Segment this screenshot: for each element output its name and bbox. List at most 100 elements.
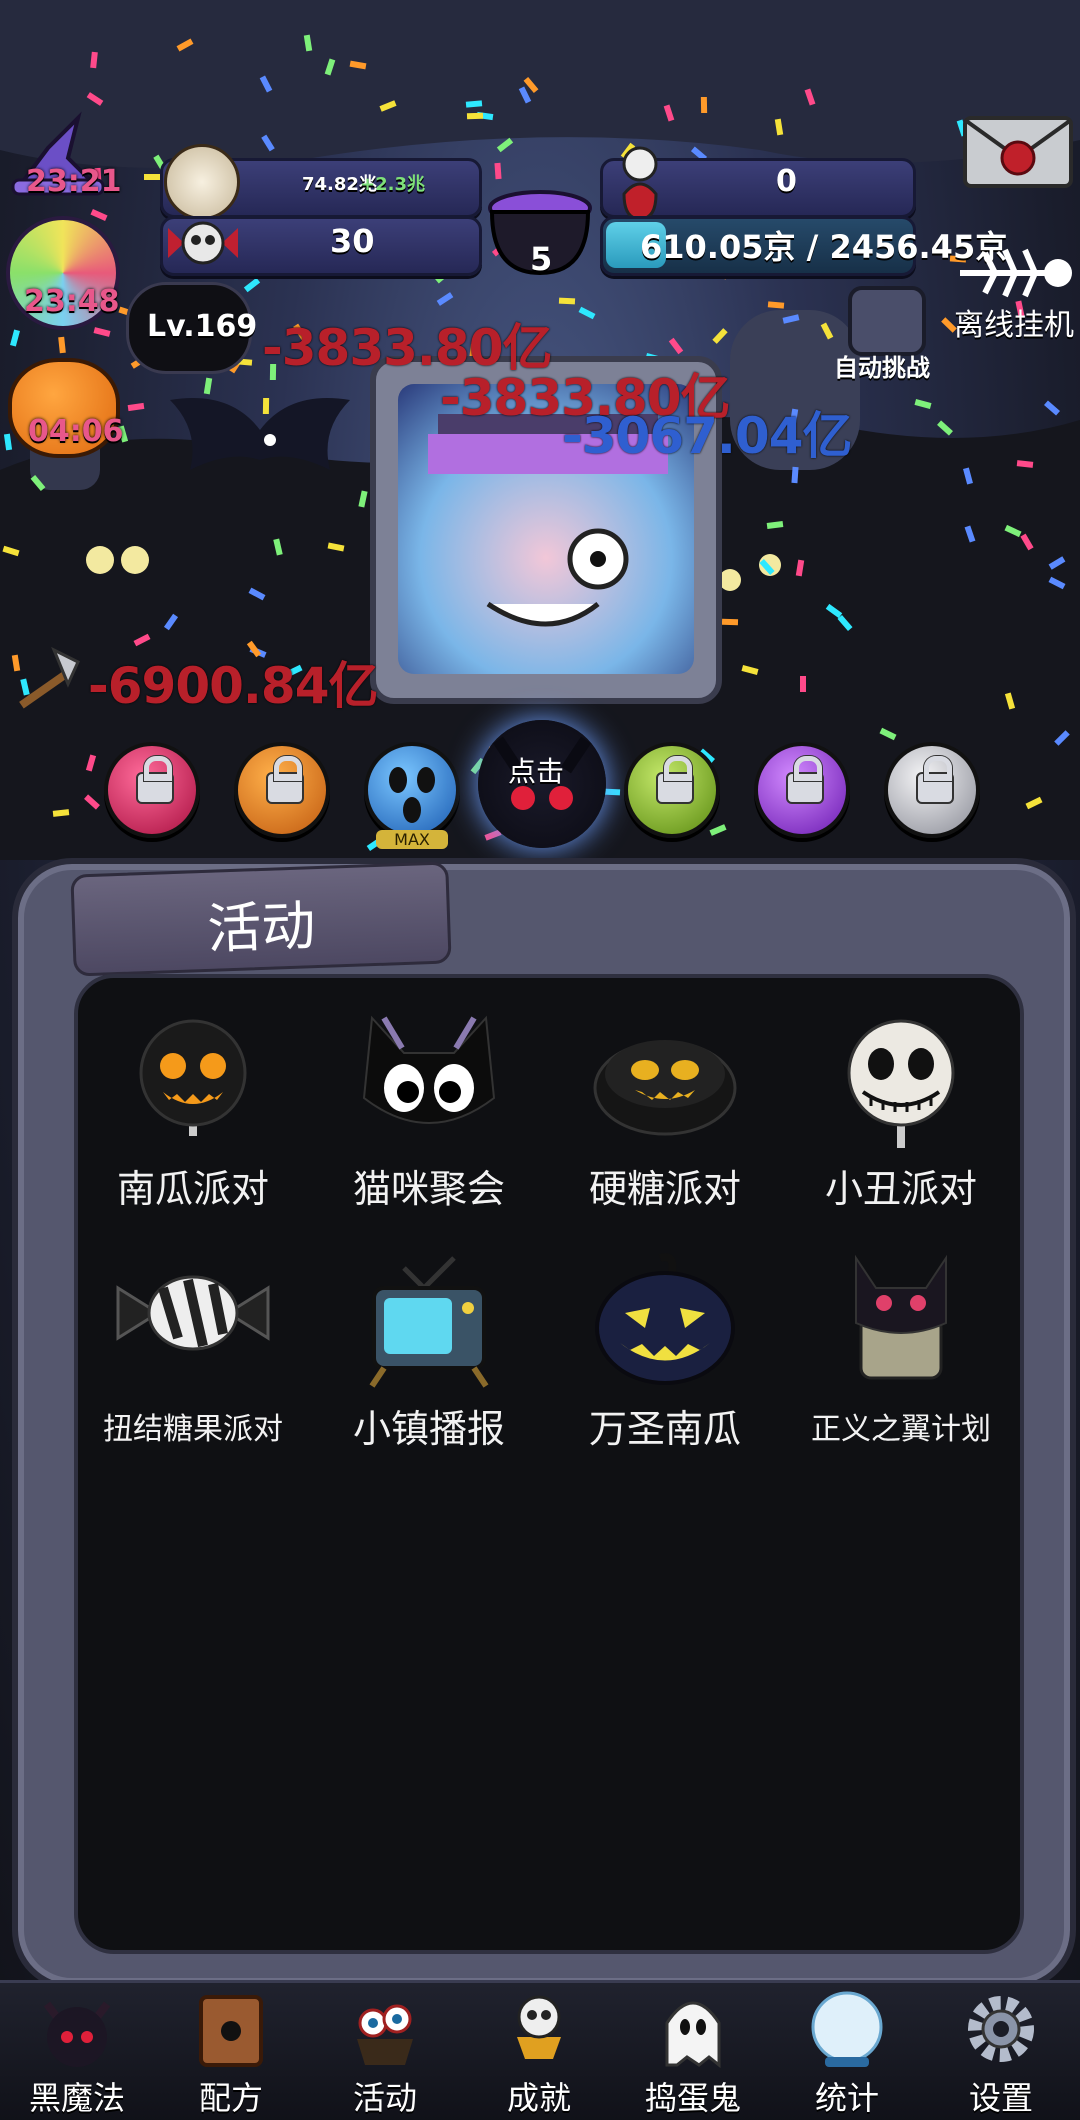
wrapped-candy-icon	[116, 1258, 270, 1378]
activity-hard-candy[interactable]: 硬糖派对	[545, 1008, 785, 1238]
nav-label: 配方	[198, 2079, 263, 2117]
auto-challenge-button[interactable]: 自动挑战	[824, 286, 944, 386]
lock-icon	[136, 756, 174, 804]
activity-panel: 活动 南瓜派对 猫咪聚会 硬糖派对 小丑派对扭结糖果派对 小镇播报 万圣南瓜 正义之翼计划	[12, 858, 1076, 1990]
nav-label: 设置	[968, 2079, 1033, 2117]
nav-ghost[interactable]: 捣蛋鬼	[616, 1983, 770, 2120]
tv-icon	[369, 1256, 489, 1388]
auto-challenge-label: 自动挑战	[834, 354, 930, 382]
orb-max-label: MAX	[376, 830, 448, 849]
cauldron-icon[interactable]: 5	[480, 168, 600, 278]
ghost-icon	[653, 1989, 733, 2069]
activity-label: 万圣南瓜	[588, 1407, 741, 1451]
hard-candy-icon	[593, 1018, 737, 1138]
tap-label: 点击	[508, 755, 565, 788]
activity-label: 硬糖派对	[588, 1167, 741, 1211]
confetti-piece	[700, 96, 708, 114]
locked-orb-red[interactable]	[104, 742, 200, 838]
candy-swirl-icon[interactable]: 23:48	[6, 216, 120, 330]
screaming-ghost-icon	[389, 767, 435, 823]
black-cat-icon	[362, 1015, 496, 1138]
gear-icon	[961, 1989, 1041, 2069]
witch-hat-icon[interactable]: 23:21	[8, 108, 122, 199]
nav-devil[interactable]: 黑魔法	[0, 1983, 154, 2120]
nav-label: 活动	[352, 2079, 417, 2117]
fishbone-icon	[960, 248, 1072, 298]
crystal-ball-icon	[807, 1989, 887, 2069]
mail-envelope-icon[interactable]	[962, 112, 1074, 192]
level-text: Lv.169	[147, 309, 258, 344]
activity-label: 小镇播报	[352, 1407, 505, 1451]
lock-icon	[656, 756, 694, 804]
activity-label: 扭结糖果派对	[103, 1412, 283, 1447]
skull-count: 30	[330, 222, 375, 260]
confetti-piece	[558, 297, 576, 305]
activity-pumpkin-lollipop[interactable]: 南瓜派对	[73, 1008, 313, 1238]
skull-trophy-icon	[499, 1989, 579, 2069]
auto-challenge-icon	[848, 286, 926, 356]
locked-orb-silver[interactable]	[884, 742, 980, 838]
confetti-piece	[721, 618, 739, 626]
nav-eyeball-cupcake[interactable]: 活动	[308, 1983, 462, 2120]
pumpkin-lollipop-icon	[133, 1018, 253, 1138]
skull-candy-icon	[168, 218, 238, 268]
confetti-piece	[466, 112, 484, 120]
activity-panel-tab: 活动	[70, 861, 452, 977]
activity-label: 小丑派对	[824, 1167, 977, 1211]
confetti-piece	[603, 788, 621, 796]
lock-icon	[916, 756, 954, 804]
pumpkin-timer: 04:06	[28, 414, 124, 449]
bottom-nav: 黑魔法 配方 活动 成就 捣蛋鬼 统计 设置	[0, 1980, 1080, 2120]
coin-bag-icon	[164, 144, 240, 220]
skull-potion-icon	[610, 144, 670, 224]
bat-trophy-icon	[841, 1254, 961, 1380]
level-badge: Lv.169	[126, 282, 257, 374]
nav-spellbook[interactable]: 配方	[154, 1983, 308, 2120]
nav-label: 黑魔法	[28, 2079, 125, 2117]
spellbook-icon	[191, 1989, 271, 2069]
activity-label: 正义之翼计划	[811, 1412, 991, 1447]
bat-icon	[160, 380, 360, 490]
activity-black-cat[interactable]: 猫咪聚会	[309, 1008, 549, 1238]
nav-label: 成就	[506, 2079, 571, 2117]
activity-jack-o-lantern[interactable]: 万圣南瓜	[545, 1248, 785, 1478]
nav-gear[interactable]: 设置	[924, 1983, 1078, 2120]
activity-grid: 南瓜派对 猫咪聚会 硬糖派对 小丑派对扭结糖果派对 小镇播报 万圣南瓜 正义之翼计划	[74, 974, 1024, 1954]
activity-tv[interactable]: 小镇播报	[309, 1248, 549, 1478]
activity-wrapped-candy[interactable]: 扭结糖果派对	[73, 1248, 313, 1478]
activity-skull-lollipop[interactable]: 小丑派对	[781, 1008, 1021, 1238]
offline-idle-label: 离线挂机	[954, 308, 1074, 343]
hat-timer: 23:21	[26, 164, 122, 199]
pumpkin-icon[interactable]: 04:06	[6, 346, 124, 458]
nav-label: 捣蛋鬼	[644, 2079, 741, 2117]
activity-label: 南瓜派对	[116, 1167, 269, 1211]
damage-number-4: -6900.84亿	[88, 657, 378, 715]
lock-icon	[786, 756, 824, 804]
nav-skull-trophy[interactable]: 成就	[462, 1983, 616, 2120]
locked-orb-purple[interactable]	[754, 742, 850, 838]
top-right-value: 0	[776, 164, 797, 199]
lock-icon	[266, 756, 304, 804]
locked-orb-green[interactable]	[624, 742, 720, 838]
jack-o-lantern-icon	[595, 1253, 735, 1385]
activity-bat-trophy[interactable]: 正义之翼计划	[781, 1248, 1021, 1478]
locked-orb-orange[interactable]	[234, 742, 330, 838]
cauldron-count: 5	[530, 240, 553, 278]
activity-label: 猫咪聚会	[352, 1167, 505, 1211]
skull-lollipop-icon	[841, 1018, 961, 1148]
ghost-orb-blue[interactable]: MAX	[364, 742, 460, 849]
devil-icon	[37, 1989, 117, 2069]
coin-rate: +2.3兆	[360, 174, 425, 195]
confetti-piece	[800, 676, 806, 692]
tap-monster-button[interactable]: 点击	[478, 720, 606, 848]
nav-crystal-ball[interactable]: 统计	[770, 1983, 924, 2120]
axe-icon	[6, 644, 86, 714]
game-screen: 23:21 23:48 04:06 74.82兆 +2.3兆 30 5 0 61…	[0, 0, 1080, 2120]
offline-idle-button[interactable]: 离线挂机	[950, 238, 1080, 348]
damage-number-3: -3067.04亿	[562, 407, 852, 465]
eyeball-cupcake-icon	[345, 1989, 425, 2069]
confetti-piece	[144, 174, 160, 180]
candy-timer: 23:48	[24, 284, 120, 319]
confetti-piece	[791, 466, 799, 484]
confetti-piece	[767, 301, 785, 309]
